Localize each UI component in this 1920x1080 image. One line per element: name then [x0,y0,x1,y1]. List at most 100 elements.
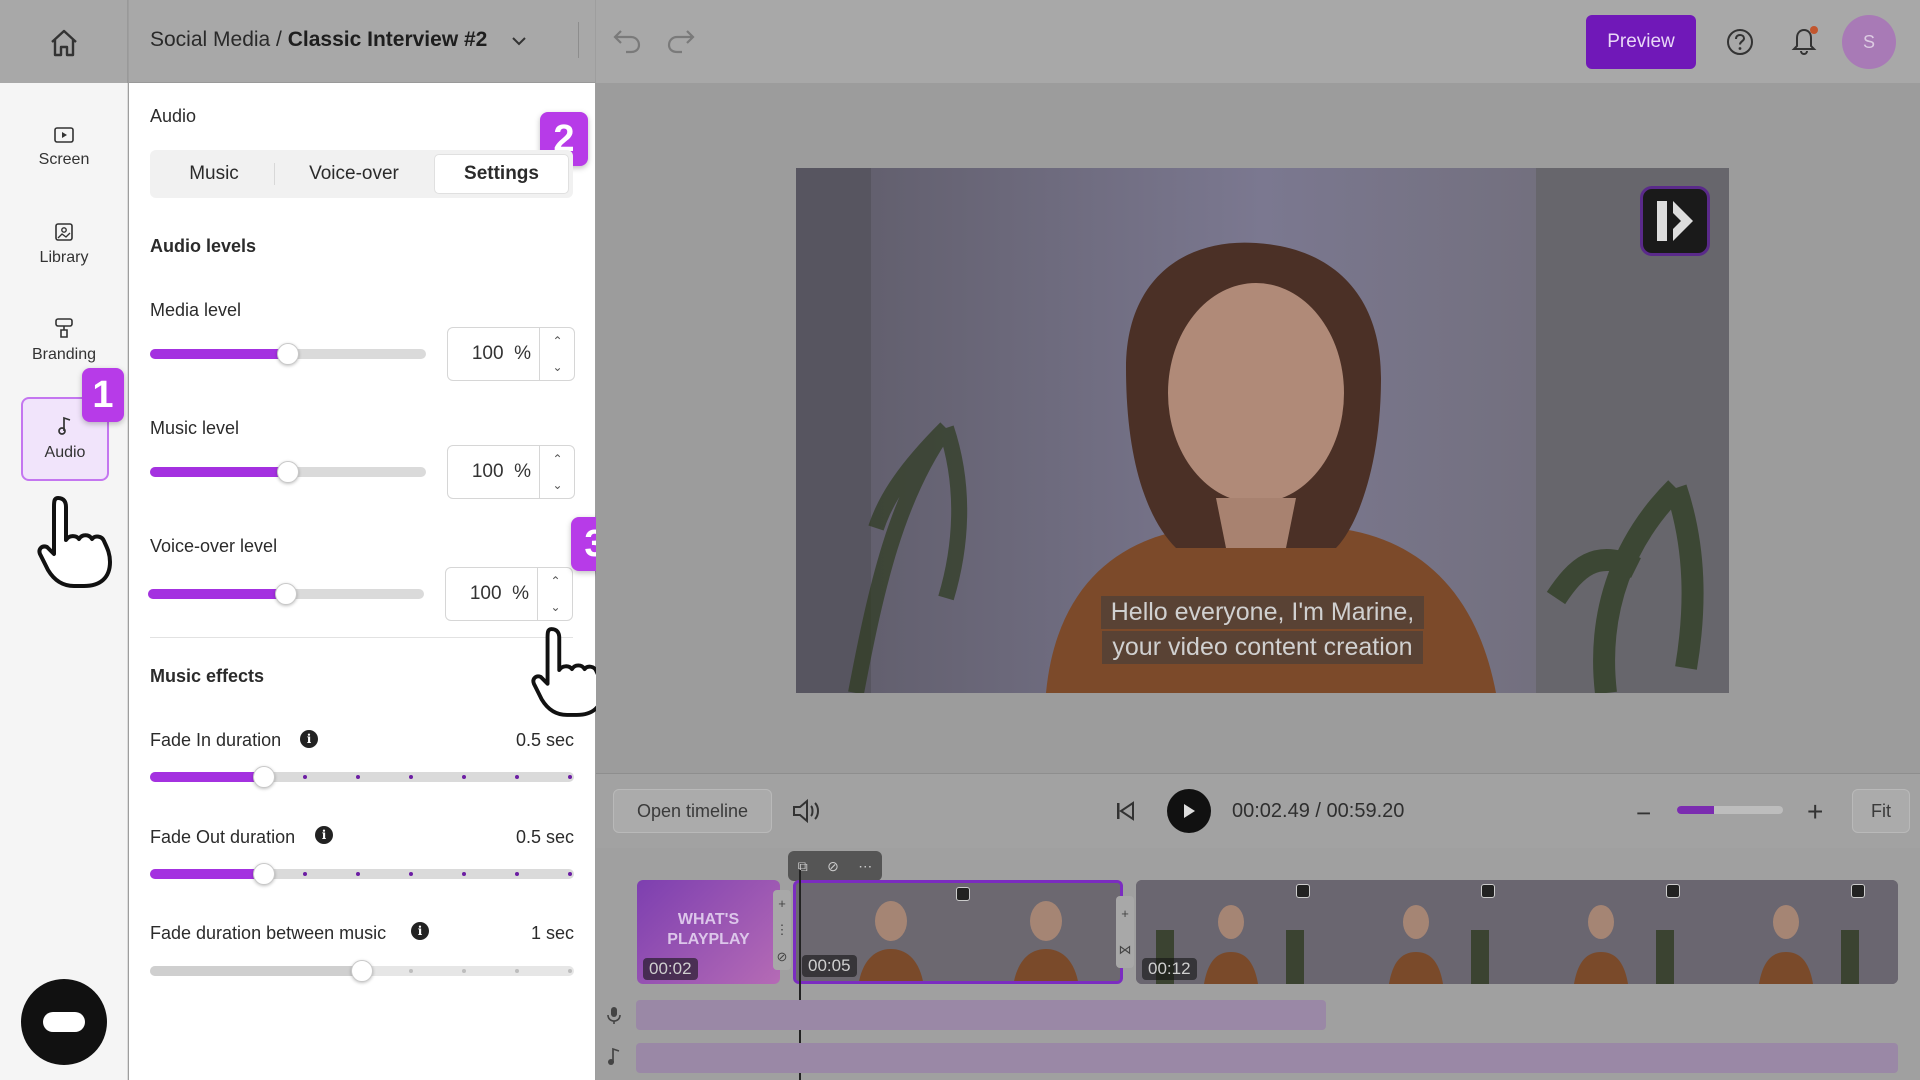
bell-icon[interactable] [1790,24,1820,56]
music-track[interactable] [636,1043,1898,1073]
avatar[interactable]: S [1842,15,1896,69]
voice-over-level-thumb[interactable] [275,583,297,605]
rail-item-screen[interactable]: Screen [20,106,108,190]
chat-bubble-icon [43,1012,85,1032]
zoom-slider[interactable] [1677,806,1783,814]
play-button[interactable] [1167,789,1211,833]
timeline-clip-selected[interactable]: 00:05 [793,880,1123,984]
voice-over-level-input[interactable]: 100 % ⌃ ⌄ [445,567,573,621]
time-display: 00:02.49 / 00:59.20 [1232,800,1405,822]
fade-out-label: Fade Out duration [150,827,296,847]
zoom-out-button[interactable]: − [1636,798,1651,829]
fade-between-value: 1 sec [530,923,574,943]
slider-fill [150,966,362,976]
media-level-thumb[interactable] [277,343,299,365]
slider-tick [409,775,413,779]
slider-tick [462,872,466,876]
subtitle-line-2: your video content creation [1102,631,1423,664]
skip-back-icon[interactable] [1114,800,1136,822]
pointer-hand-icon [37,496,112,588]
panel-title: Audio [150,106,197,126]
rail-item-label: Audio [44,444,86,461]
fade-out-value: 0.5 sec [515,827,574,847]
slider-fill [150,772,265,782]
voice-over-level-label: Voice-over level [150,536,278,556]
help-icon[interactable] [1726,28,1754,56]
subtitle-overlay: Hello everyone, I'm Marine, your video c… [796,596,1729,664]
voice-over-level-value[interactable]: 100 % [446,568,538,620]
breadcrumb-parent: Social Media / [150,28,288,51]
slider-tick [568,872,572,876]
fade-in-value: 0.5 sec [515,730,574,750]
fit-button[interactable]: Fit [1852,789,1910,833]
transition-handle[interactable]: + ⋮ ⊘ [773,890,791,970]
increment-button[interactable]: ⌃ [540,328,575,354]
timeline-clip[interactable]: WHAT'S PLAYPLAY 00:02 [637,880,780,984]
chevron-down-icon[interactable] [511,36,527,46]
fade-between-label: Fade duration between music [150,923,387,943]
slider-tick [515,872,519,876]
increment-button[interactable]: ⌃ [540,446,575,472]
divider [274,163,275,185]
music-note-icon [58,416,71,435]
logo-marker-icon [1296,884,1310,898]
transition-handle[interactable]: + ⋈ [1116,896,1134,968]
media-level-input[interactable]: 100 % ⌃ ⌄ [447,327,575,381]
slider-tick [568,775,572,779]
slider-tick [409,969,413,973]
tab-voice-over[interactable]: Voice-over [276,154,432,194]
slider-tick [568,969,572,973]
breadcrumb[interactable]: Social Media / Classic Interview #2 [150,28,487,52]
logo-marker-icon [1481,884,1495,898]
image-icon [55,223,73,241]
decrement-button[interactable]: ⌄ [540,472,575,498]
microphone-icon [607,1007,621,1024]
media-level-value[interactable]: 100 % [448,328,540,380]
media-level-label: Media level [150,300,242,320]
tab-settings[interactable]: Settings [434,154,569,194]
slider-tick [462,775,466,779]
fade-out-slider[interactable] [150,869,574,879]
play-icon [1184,804,1195,818]
decrement-button[interactable]: ⌄ [540,354,575,380]
open-timeline-button[interactable]: Open timeline [613,789,772,833]
slider-fill [150,467,288,477]
zoom-in-button[interactable]: + [1807,796,1823,828]
home-icon[interactable] [49,29,79,57]
info-icon[interactable]: i [411,922,429,940]
hide-icon[interactable]: ⊘ [827,858,839,875]
editor-toolbar [596,0,1920,83]
slider-fill [150,349,288,359]
playplay-logo [1640,186,1710,256]
tab-music[interactable]: Music [154,154,274,194]
rail-item-library[interactable]: Library [20,203,108,287]
music-effects-heading: Music effects [150,666,265,686]
info-icon[interactable]: i [315,826,333,844]
info-icon[interactable]: i [300,730,318,748]
clip-title: WHAT'S PLAYPLAY [667,911,750,948]
redo-icon[interactable] [666,28,696,54]
music-level-input[interactable]: 100 % ⌃ ⌄ [447,445,575,499]
clip-toolbar: ⧉ ⊘ ⋯ [788,851,882,881]
slider-tick [356,872,360,876]
fade-between-thumb[interactable] [351,960,373,982]
more-icon[interactable]: ⋯ [858,858,872,875]
slider-tick [462,969,466,973]
volume-icon[interactable] [791,798,821,824]
undo-icon[interactable] [612,28,642,54]
music-level-label: Music level [150,418,240,438]
fade-in-slider[interactable] [150,772,574,782]
chat-button[interactable] [21,979,107,1065]
slider-fill [1677,806,1715,814]
voice-over-track[interactable] [636,1000,1326,1030]
decrement-button[interactable]: ⌄ [538,594,573,620]
paint-roller-icon [55,318,73,338]
music-level-thumb[interactable] [277,461,299,483]
step-badge-1: 1 [82,368,124,422]
music-level-value[interactable]: 100 % [448,446,540,498]
preview-button[interactable]: Preview [1586,15,1696,69]
slider-tick [515,969,519,973]
timeline-clip[interactable]: 00:12 [1136,880,1898,984]
video-preview[interactable]: Hello everyone, I'm Marine, your video c… [796,168,1729,693]
increment-button[interactable]: ⌃ [538,568,573,594]
